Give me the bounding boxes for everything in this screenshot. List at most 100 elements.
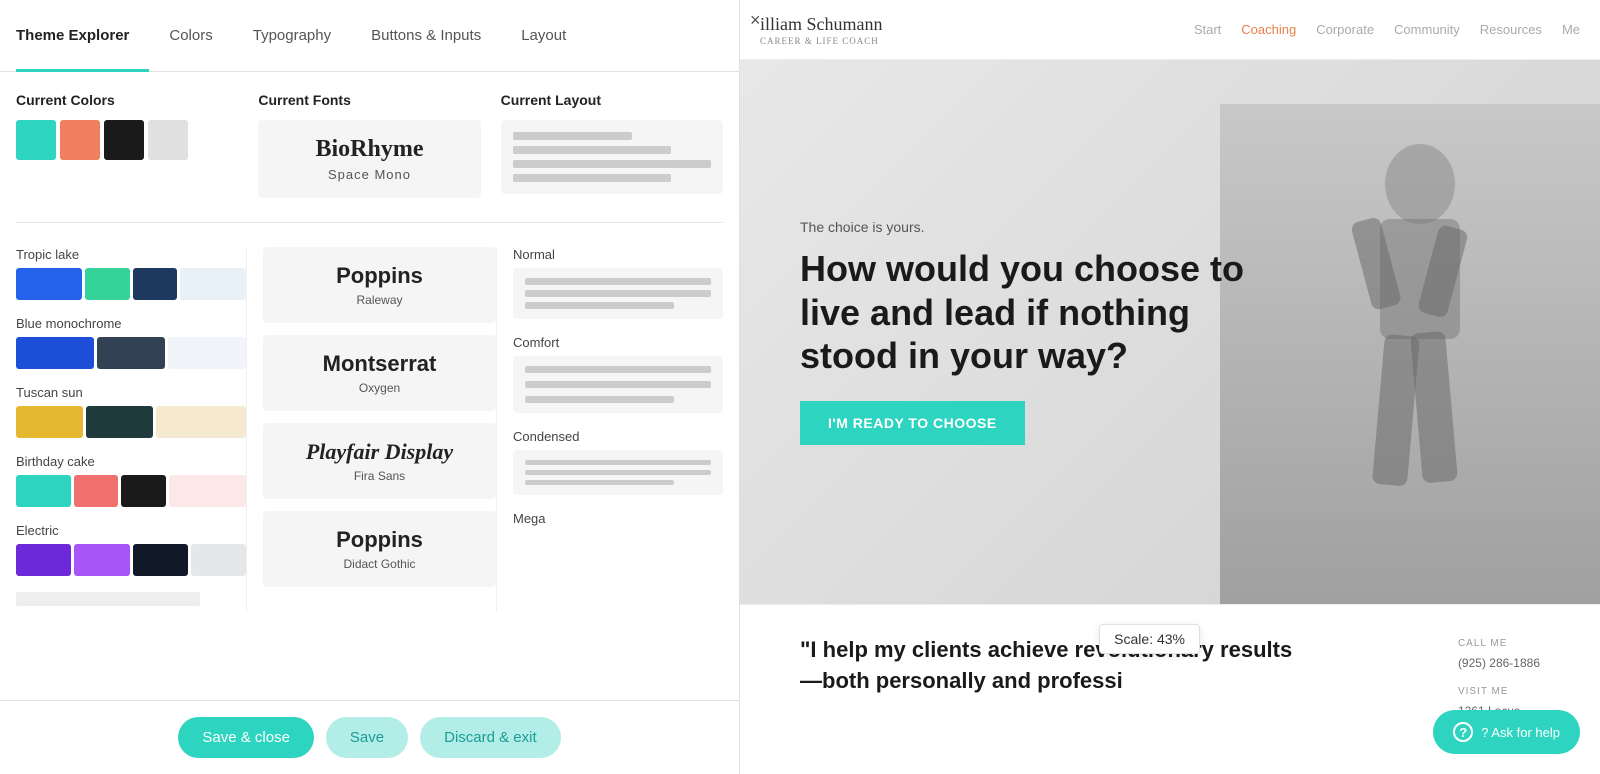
current-colors-section: Current Colors <box>16 92 238 198</box>
theme-blue-mono-name: Blue monochrome <box>16 316 246 331</box>
theme-blue-monochrome[interactable]: Blue monochrome <box>16 316 246 369</box>
layout-comfort[interactable]: Comfort <box>513 335 723 413</box>
cline3 <box>525 396 674 403</box>
nav-resources[interactable]: Resources <box>1480 22 1542 37</box>
current-font-primary: BioRhyme <box>274 136 464 163</box>
hero-sub: The choice is yours. <box>800 219 1260 235</box>
ask-help-label: ? Ask for help <box>1481 725 1560 740</box>
layout-condensed[interactable]: Condensed <box>513 429 723 495</box>
font-montserrat-label: Montserrat <box>279 351 480 377</box>
swatch-e1 <box>16 544 71 576</box>
swatch-bc4 <box>169 475 246 507</box>
bottom-bar: Save & close Save Discard & exit <box>0 700 739 774</box>
site-nav: illiam Schumann CAREER & LIFE COACH Star… <box>740 0 1600 60</box>
swatch-coral[interactable] <box>60 120 100 160</box>
current-layout-label: Current Layout <box>501 92 723 108</box>
close-button[interactable]: × <box>750 10 761 31</box>
theme-tuscan-sun[interactable]: Tuscan sun <box>16 385 246 438</box>
font-oxygen-label: Oxygen <box>279 381 480 395</box>
nav-coaching[interactable]: Coaching <box>1241 22 1296 37</box>
tab-theme-explorer[interactable]: Theme Explorer <box>16 0 149 72</box>
swatch-teal[interactable] <box>16 120 56 160</box>
line3 <box>525 302 674 309</box>
swatch-bc1 <box>16 475 71 507</box>
font-poppins-label: Poppins <box>279 263 480 289</box>
swatch-4 <box>180 268 246 300</box>
font-option-poppins-didact[interactable]: Poppins Didact Gothic <box>263 511 496 587</box>
layout-normal-preview <box>513 268 723 319</box>
site-logo: illiam Schumann CAREER & LIFE COACH <box>760 13 1194 46</box>
theme-tropic-swatches <box>16 268 246 300</box>
tab-buttons-inputs[interactable]: Buttons & Inputs <box>351 0 501 72</box>
font-poppins2-label: Poppins <box>279 527 480 553</box>
layout-comfort-preview <box>513 356 723 413</box>
swatch-e3 <box>133 544 188 576</box>
theme-tropic-lake[interactable]: Tropic lake <box>16 247 246 300</box>
swatch-light[interactable] <box>148 120 188 160</box>
nav-links: Start Coaching Corporate Community Resou… <box>1194 22 1580 37</box>
swatch-dark[interactable] <box>104 120 144 160</box>
swatch-b2 <box>97 337 164 369</box>
dline1 <box>525 460 711 465</box>
preview-site: illiam Schumann CAREER & LIFE COACH Star… <box>740 0 1600 774</box>
main-columns: Tropic lake Blue monochrome <box>16 247 723 612</box>
logo-sub: CAREER & LIFE COACH <box>760 36 1194 46</box>
tab-colors[interactable]: Colors <box>149 0 232 72</box>
save-close-button[interactable]: Save & close <box>178 717 314 758</box>
current-fonts-section: Current Fonts BioRhyme Space Mono <box>258 92 480 198</box>
visit-label: VISIT ME <box>1458 683 1540 701</box>
person-silhouette <box>1270 124 1550 604</box>
layout-comfort-label: Comfort <box>513 335 723 350</box>
save-button[interactable]: Save <box>326 717 408 758</box>
font-option-poppins-raleway[interactable]: Poppins Raleway <box>263 247 496 323</box>
ask-help-button[interactable]: ? ? Ask for help <box>1433 710 1580 754</box>
theme-blue-mono-swatches <box>16 337 246 369</box>
font-option-playfair-fira[interactable]: Playfair Display Fira Sans <box>263 423 496 499</box>
current-row: Current Colors Current Fonts BioRhyme Sp… <box>16 92 723 223</box>
theme-middle[interactable] <box>16 592 246 606</box>
theme-tropic-lake-name: Tropic lake <box>16 247 246 262</box>
theme-middle-name <box>16 592 200 606</box>
layout-line-short <box>513 132 632 140</box>
layout-line-full <box>513 160 711 168</box>
scale-badge: Scale: 43% <box>1099 624 1200 654</box>
nav-community[interactable]: Community <box>1394 22 1460 37</box>
tab-layout[interactable]: Layout <box>501 0 586 72</box>
nav-me[interactable]: Me <box>1562 22 1580 37</box>
nav-corporate[interactable]: Corporate <box>1316 22 1374 37</box>
theme-birthday-cake[interactable]: Birthday cake <box>16 454 246 507</box>
layout-mega[interactable]: Mega <box>513 511 723 526</box>
swatch-t2 <box>86 406 153 438</box>
panel-content: Current Colors Current Fonts BioRhyme Sp… <box>0 72 739 700</box>
swatch-1 <box>16 268 82 300</box>
current-fonts-label: Current Fonts <box>258 92 480 108</box>
theme-tuscan-swatches <box>16 406 246 438</box>
font-playfair-label: Playfair Display <box>279 439 480 465</box>
tab-typography[interactable]: Typography <box>233 0 351 72</box>
line1 <box>525 278 711 285</box>
swatch-e4 <box>191 544 246 576</box>
swatch-b3 <box>168 337 246 369</box>
swatch-t3 <box>156 406 246 438</box>
theme-electric[interactable]: Electric <box>16 523 246 576</box>
hero-heading: How would you choose to live and lead if… <box>800 247 1260 377</box>
discard-exit-button[interactable]: Discard & exit <box>420 717 561 758</box>
font-raleway-label: Raleway <box>279 293 480 307</box>
font-option-montserrat-oxygen[interactable]: Montserrat Oxygen <box>263 335 496 411</box>
line2 <box>525 290 711 297</box>
layout-condensed-preview <box>513 450 723 495</box>
fonts-column: Poppins Raleway Montserrat Oxygen Playfa… <box>246 247 496 612</box>
hero-text: The choice is yours. How would you choos… <box>800 219 1260 445</box>
font-didact-label: Didact Gothic <box>279 557 480 571</box>
layout-normal[interactable]: Normal <box>513 247 723 319</box>
nav-start[interactable]: Start <box>1194 22 1221 37</box>
question-icon: ? <box>1453 722 1473 742</box>
current-layout-section: Current Layout <box>501 92 723 198</box>
swatch-e2 <box>74 544 129 576</box>
layout-normal-label: Normal <box>513 247 723 262</box>
cline2 <box>525 381 711 388</box>
layout-condensed-label: Condensed <box>513 429 723 444</box>
hero-cta-button[interactable]: I'm Ready To Choose <box>800 401 1025 445</box>
preview-panel: × illiam Schumann CAREER & LIFE COACH St… <box>740 0 1600 774</box>
dline2 <box>525 470 711 475</box>
